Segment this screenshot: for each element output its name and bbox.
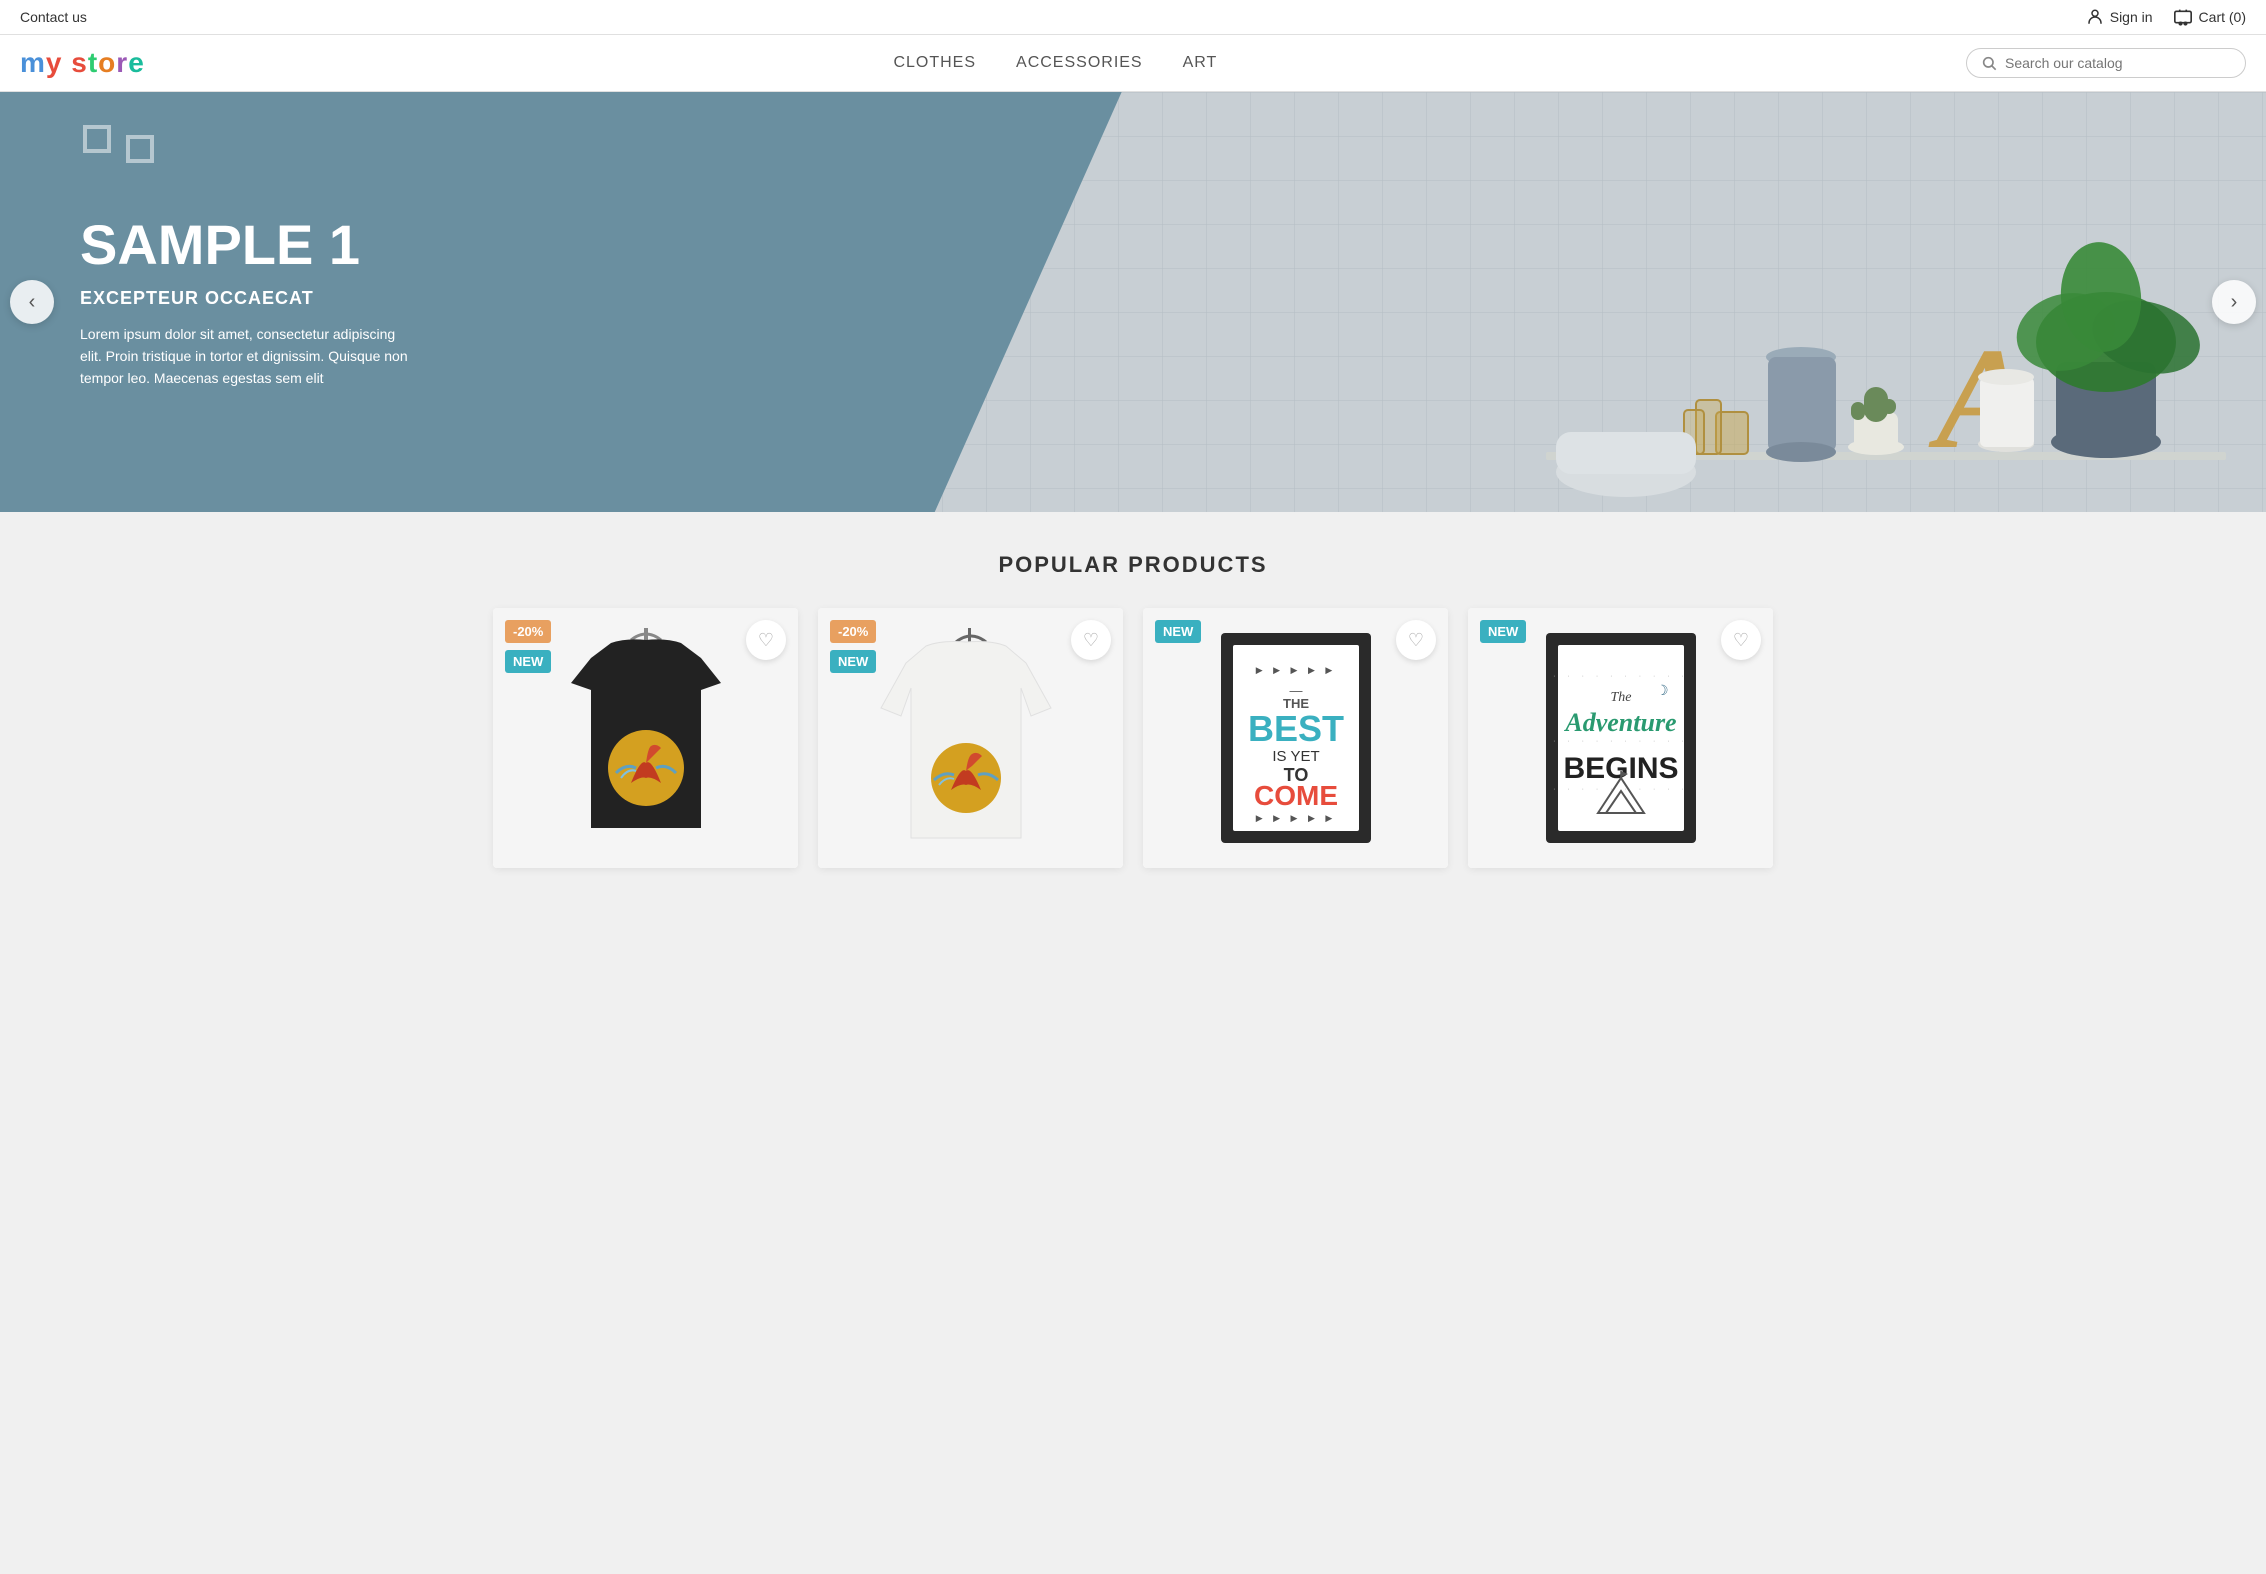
- nav-art[interactable]: ART: [1183, 54, 1218, 72]
- wishlist-btn-3[interactable]: ♡: [1396, 620, 1436, 660]
- wishlist-btn-1[interactable]: ♡: [746, 620, 786, 660]
- logo-e: e: [128, 47, 145, 78]
- products-grid: -20% NEW ♡: [493, 608, 1773, 868]
- hero-next-button[interactable]: ›: [2212, 280, 2256, 324]
- products-section: POPULAR PRODUCTS -20% NEW ♡: [0, 512, 2266, 908]
- svg-text:COME: COME: [1254, 780, 1338, 811]
- logo-y: y: [46, 47, 63, 78]
- signin-link[interactable]: Sign in: [2086, 8, 2153, 26]
- nav-clothes[interactable]: CLOTHES: [893, 54, 976, 72]
- search-input[interactable]: [2005, 55, 2231, 71]
- nav-accessories[interactable]: ACCESSORIES: [1016, 54, 1143, 72]
- product-image-2: -20% NEW ♡: [818, 608, 1123, 868]
- product-card-3[interactable]: NEW ♡ ▶ ▶ ▶ ▶ ▶ — THE BEST IS YET T: [1143, 608, 1448, 868]
- cart-label: Cart (0): [2199, 9, 2246, 25]
- hero-icon: [80, 122, 152, 161]
- svg-text:▶ ▶ ▶ ▶ ▶: ▶ ▶ ▶ ▶ ▶: [1255, 665, 1336, 675]
- search-bar[interactable]: [1966, 48, 2246, 78]
- chevron-left-icon: ‹: [29, 291, 36, 314]
- logo-t: t: [88, 47, 98, 78]
- wishlist-btn-4[interactable]: ♡: [1721, 620, 1761, 660]
- svg-text:The: The: [1610, 690, 1631, 705]
- badge-new-4: NEW: [1480, 620, 1526, 643]
- logo-s: s: [71, 47, 88, 78]
- hero-decor-svg: A: [1546, 132, 2226, 512]
- product-card-2[interactable]: -20% NEW ♡: [818, 608, 1123, 868]
- product-image-1: -20% NEW ♡: [493, 608, 798, 868]
- contact-label: Contact us: [20, 9, 87, 25]
- signin-label: Sign in: [2110, 9, 2153, 25]
- hero-sq-2: [126, 135, 154, 163]
- svg-text:IS YET: IS YET: [1272, 748, 1319, 765]
- product-card-1[interactable]: -20% NEW ♡: [493, 608, 798, 868]
- cart-icon: [2173, 8, 2193, 26]
- product-card-4[interactable]: NEW ♡ · · · · · · · · · · The ☽ Adventur…: [1468, 608, 1773, 868]
- logo-r: r: [116, 47, 128, 78]
- contact-link[interactable]: Contact us: [20, 9, 87, 25]
- nav: CLOTHES ACCESSORIES ART: [893, 54, 1217, 72]
- search-icon: [1981, 55, 1997, 71]
- product-tshirt-black-svg: [556, 628, 736, 848]
- header: my store CLOTHES ACCESSORIES ART: [0, 35, 2266, 92]
- svg-text:☽: ☽: [1656, 682, 1669, 698]
- badge-discount-1: -20%: [505, 620, 551, 643]
- badge-new-1: NEW: [505, 650, 551, 673]
- person-icon: [2086, 8, 2104, 26]
- svg-text:Adventure: Adventure: [1563, 708, 1676, 737]
- svg-text:BEST: BEST: [1247, 708, 1343, 749]
- hero-banner: A SAM: [0, 92, 2266, 512]
- svg-text:· · · · · · · · · ·: · · · · · · · · · ·: [1553, 673, 1689, 680]
- chevron-right-icon: ›: [2231, 291, 2238, 314]
- svg-text:BEGINS: BEGINS: [1563, 752, 1678, 785]
- hero-title: SAMPLE 1: [80, 214, 1166, 276]
- badge-discount-2: -20%: [830, 620, 876, 643]
- svg-text:· · · · · · · · · ·: · · · · · · · · · ·: [1553, 738, 1689, 745]
- product-image-4: NEW ♡ · · · · · · · · · · The ☽ Adventur…: [1468, 608, 1773, 868]
- svg-text:▶ ▶ ▶ ▶ ▶: ▶ ▶ ▶ ▶ ▶: [1255, 813, 1336, 823]
- product-shirt-white-svg: [876, 628, 1066, 848]
- product-poster-adventure-svg: · · · · · · · · · · The ☽ Adventure · · …: [1536, 623, 1706, 853]
- hero-sq-1: [83, 125, 111, 153]
- top-bar: Contact us Sign in Cart (0): [0, 0, 2266, 35]
- badge-new-3: NEW: [1155, 620, 1201, 643]
- badge-new-2: NEW: [830, 650, 876, 673]
- product-image-3: NEW ♡ ▶ ▶ ▶ ▶ ▶ — THE BEST IS YET T: [1143, 608, 1448, 868]
- cart-link[interactable]: Cart (0): [2173, 8, 2246, 26]
- section-title: POPULAR PRODUCTS: [20, 552, 2246, 578]
- hero-subtitle: EXCEPTEUR OCCAECAT: [80, 288, 1166, 309]
- top-bar-right: Sign in Cart (0): [2086, 8, 2246, 26]
- wishlist-btn-2[interactable]: ♡: [1071, 620, 1111, 660]
- hero-prev-button[interactable]: ‹: [10, 280, 54, 324]
- hero-body: Lorem ipsum dolor sit amet, consectetur …: [80, 323, 420, 390]
- logo-m: m: [20, 47, 46, 78]
- product-poster-best-svg: ▶ ▶ ▶ ▶ ▶ — THE BEST IS YET TO COME ▶ ▶ …: [1211, 623, 1381, 853]
- logo[interactable]: my store: [20, 47, 145, 79]
- logo-o: o: [98, 47, 116, 78]
